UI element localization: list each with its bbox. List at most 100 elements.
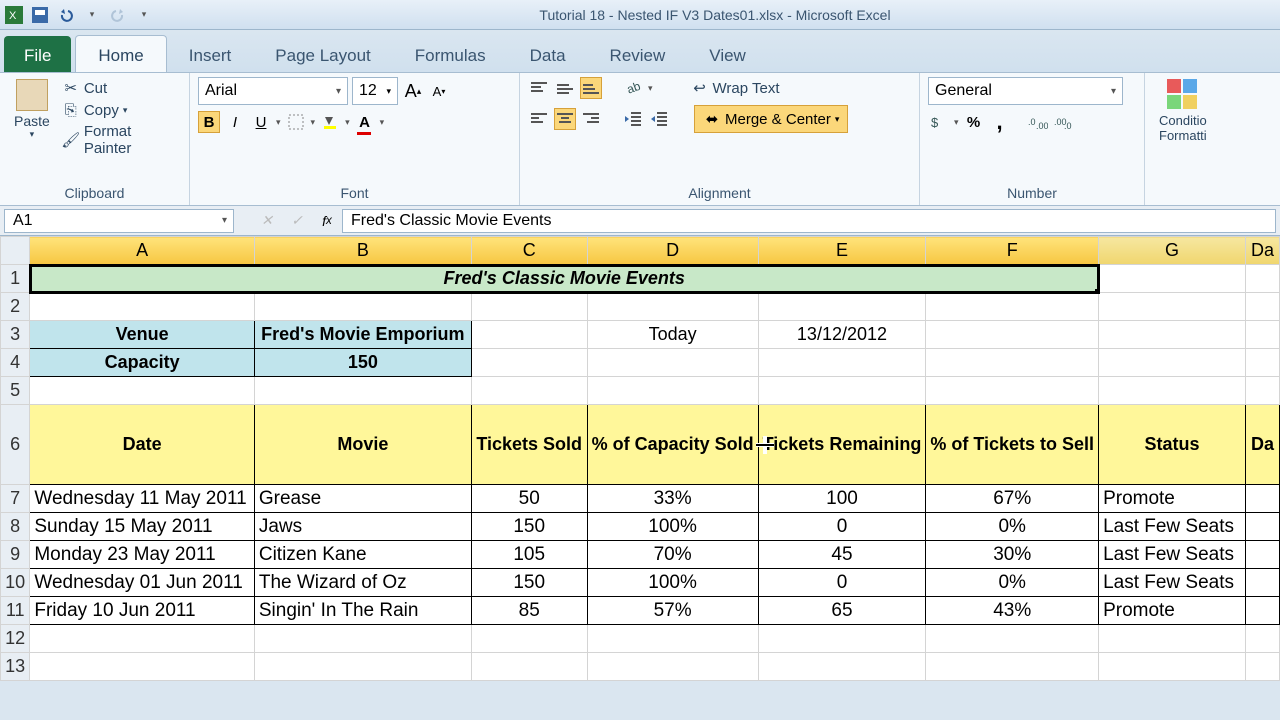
tab-insert[interactable]: Insert xyxy=(167,36,254,72)
row-header-3[interactable]: 3 xyxy=(1,321,30,349)
format-painter-button[interactable]: 🖌Format Painter xyxy=(62,121,181,159)
cell-E5[interactable] xyxy=(758,377,926,405)
row-header-13[interactable]: 13 xyxy=(1,653,30,681)
cell-H9[interactable] xyxy=(1245,541,1279,569)
font-name-select[interactable]: Arial xyxy=(198,77,348,105)
cell-B2[interactable] xyxy=(254,293,471,321)
cell-C5[interactable] xyxy=(471,377,587,405)
row-header-9[interactable]: 9 xyxy=(1,541,30,569)
cell-F13[interactable] xyxy=(926,653,1099,681)
cell-H4[interactable] xyxy=(1245,349,1279,377)
cell-F4[interactable] xyxy=(926,349,1099,377)
col-header-E[interactable]: E xyxy=(758,237,926,265)
accounting-dropdown[interactable]: ▾ xyxy=(954,117,959,128)
cell-H3[interactable] xyxy=(1245,321,1279,349)
row-header-8[interactable]: 8 xyxy=(1,513,30,541)
cell-E6[interactable]: Tickets Remaining xyxy=(758,405,926,485)
cell-A9[interactable]: Monday 23 May 2011 xyxy=(30,541,255,569)
cell-B3[interactable]: Fred's Movie Emporium xyxy=(254,321,471,349)
row-header-4[interactable]: 4 xyxy=(1,349,30,377)
cell-F2[interactable] xyxy=(926,293,1099,321)
shrink-font-button[interactable]: A▾ xyxy=(428,80,450,102)
cell-E3[interactable]: 13/12/2012 xyxy=(758,321,926,349)
cell-F6[interactable]: % of Tickets to Sell xyxy=(926,405,1099,485)
cell-A1[interactable]: Fred's Classic Movie Events xyxy=(30,265,1099,293)
cell-A6[interactable]: Date xyxy=(30,405,255,485)
col-header-C[interactable]: C xyxy=(471,237,587,265)
cell-D4[interactable] xyxy=(587,349,758,377)
cell-B9[interactable]: Citizen Kane xyxy=(254,541,471,569)
percent-format-button[interactable]: % xyxy=(963,111,985,133)
tab-home[interactable]: Home xyxy=(75,35,166,72)
underline-button[interactable]: U xyxy=(250,111,272,133)
select-all-corner[interactable] xyxy=(1,237,30,265)
increase-indent-button[interactable] xyxy=(648,108,670,130)
cell-E4[interactable] xyxy=(758,349,926,377)
borders-button[interactable] xyxy=(285,111,307,133)
cell-C9[interactable]: 105 xyxy=(471,541,587,569)
col-header-A[interactable]: A xyxy=(30,237,255,265)
cell-G3[interactable] xyxy=(1099,321,1246,349)
enter-icon[interactable]: ✓ xyxy=(284,209,310,233)
cell-C2[interactable] xyxy=(471,293,587,321)
copy-button[interactable]: ⎘Copy ▾ xyxy=(62,99,181,121)
row-header-6[interactable]: 6 xyxy=(1,405,30,485)
cell-A5[interactable] xyxy=(30,377,255,405)
cell-F5[interactable] xyxy=(926,377,1099,405)
cell-F9[interactable]: 30% xyxy=(926,541,1099,569)
row-header-7[interactable]: 7 xyxy=(1,485,30,513)
cell-C4[interactable] xyxy=(471,349,587,377)
merge-center-button[interactable]: ⬌Merge & Center▾ xyxy=(694,105,848,133)
row-header-1[interactable]: 1 xyxy=(1,265,30,293)
cell-H1[interactable] xyxy=(1245,265,1279,293)
tab-view[interactable]: View xyxy=(687,36,768,72)
cell-C3[interactable] xyxy=(471,321,587,349)
cell-H2[interactable] xyxy=(1245,293,1279,321)
cell-E7[interactable]: 100 xyxy=(758,485,926,513)
cell-B11[interactable]: Singin' In The Rain xyxy=(254,597,471,625)
cell-G2[interactable] xyxy=(1099,293,1246,321)
cell-B12[interactable] xyxy=(254,625,471,653)
cell-D13[interactable] xyxy=(587,653,758,681)
cell-G10[interactable]: Last Few Seats xyxy=(1099,569,1246,597)
cell-B5[interactable] xyxy=(254,377,471,405)
cell-G4[interactable] xyxy=(1099,349,1246,377)
fill-handle[interactable] xyxy=(1095,289,1099,293)
tab-data[interactable]: Data xyxy=(508,36,588,72)
col-header-G[interactable]: G xyxy=(1099,237,1246,265)
align-left-button[interactable] xyxy=(528,108,550,130)
cell-G11[interactable]: Promote xyxy=(1099,597,1246,625)
underline-dropdown[interactable]: ▾ xyxy=(276,117,281,128)
formula-input[interactable]: Fred's Classic Movie Events xyxy=(342,209,1276,233)
conditional-formatting-button[interactable]: Conditio Formatti xyxy=(1153,77,1213,145)
font-color-button[interactable]: A xyxy=(354,111,376,133)
cell-E10[interactable]: 0 xyxy=(758,569,926,597)
font-size-select[interactable]: 12▾ xyxy=(352,77,398,105)
cancel-icon[interactable]: ✕ xyxy=(254,209,280,233)
align-middle-button[interactable] xyxy=(554,77,576,99)
align-bottom-button[interactable] xyxy=(580,77,602,99)
cell-E12[interactable] xyxy=(758,625,926,653)
cell-B4[interactable]: 150 xyxy=(254,349,471,377)
row-header-12[interactable]: 12 xyxy=(1,625,30,653)
cell-B10[interactable]: The Wizard of Oz xyxy=(254,569,471,597)
cell-G7[interactable]: Promote xyxy=(1099,485,1246,513)
cell-C7[interactable]: 50 xyxy=(471,485,587,513)
cell-C10[interactable]: 150 xyxy=(471,569,587,597)
cell-A4[interactable]: Capacity xyxy=(30,349,255,377)
cell-A10[interactable]: Wednesday 01 Jun 2011 xyxy=(30,569,255,597)
wrap-text-button[interactable]: ↩Wrap Text xyxy=(691,77,780,99)
col-header-B[interactable]: B xyxy=(254,237,471,265)
cell-D8[interactable]: 100% xyxy=(587,513,758,541)
cell-G1[interactable] xyxy=(1099,265,1246,293)
undo-dropdown-icon[interactable]: ▾ xyxy=(82,5,102,25)
cell-B7[interactable]: Grease xyxy=(254,485,471,513)
cell-F8[interactable]: 0% xyxy=(926,513,1099,541)
cell-G6[interactable]: Status xyxy=(1099,405,1246,485)
name-box[interactable]: A1 xyxy=(4,209,234,233)
row-header-5[interactable]: 5 xyxy=(1,377,30,405)
tab-page-layout[interactable]: Page Layout xyxy=(253,36,392,72)
font-color-dropdown[interactable]: ▾ xyxy=(380,117,385,128)
cell-C12[interactable] xyxy=(471,625,587,653)
cell-C13[interactable] xyxy=(471,653,587,681)
